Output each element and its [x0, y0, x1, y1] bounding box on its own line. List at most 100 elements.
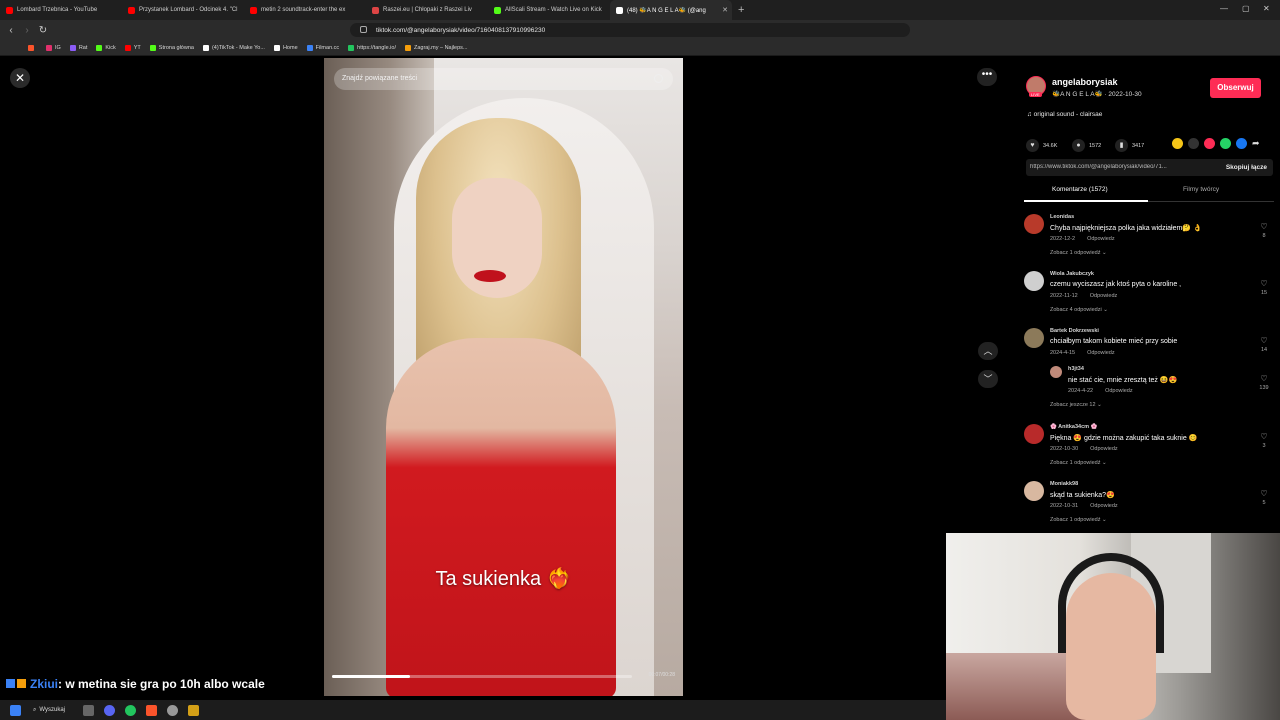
bookmark-item[interactable]: https://tangle.io/	[348, 44, 396, 51]
site-info-icon[interactable]	[360, 26, 367, 33]
share-arrow-icon[interactable]: ➦	[1252, 138, 1260, 149]
comment-username[interactable]: Wiola Jakubczyk	[1050, 271, 1094, 277]
browser-toolbar: ‹ › ↻ ▯ tiktok.com/@angelaborysiak/video…	[0, 20, 1280, 54]
facebook-icon[interactable]	[1236, 138, 1247, 149]
close-window-icon[interactable]: ✕	[1263, 4, 1270, 13]
active-tab-indicator	[1024, 200, 1148, 202]
avatar[interactable]	[1024, 214, 1044, 234]
avatar[interactable]	[1024, 424, 1044, 444]
comment-username[interactable]: Leonidas	[1050, 214, 1074, 220]
reload-icon[interactable]: ↻	[35, 25, 51, 36]
close-icon[interactable]: ✕	[10, 68, 30, 88]
app-icon[interactable]	[188, 704, 199, 716]
browser-tab[interactable]: Raszei.eu | Chłopaki z Raszei Liv	[366, 0, 488, 20]
heart-icon[interactable]: ♡	[1258, 432, 1270, 441]
send-icon[interactable]	[1204, 138, 1215, 149]
brave-icon[interactable]	[146, 704, 157, 716]
bookmark-item[interactable]	[28, 44, 37, 51]
browser-tab-active[interactable]: (48) 🐝A N G E L A🐝 (@ang ✕	[610, 0, 732, 20]
comment-username[interactable]: h3jt34	[1068, 366, 1084, 372]
follow-button[interactable]: Obserwuj	[1210, 78, 1261, 98]
bookmark-item[interactable]: Rat	[69, 44, 87, 51]
task-view-icon[interactable]	[83, 704, 94, 716]
search-icon[interactable]	[654, 74, 663, 83]
view-more-replies-button[interactable]: Zobacz jeszcze 12 ⌄	[1050, 402, 1102, 408]
comment-username[interactable]: 🌸 Anitka34cm 🌸	[1050, 424, 1097, 430]
view-replies-button[interactable]: Zobacz 4 odpowiedzi ⌄	[1050, 307, 1108, 313]
bookmark-item[interactable]: Strona główna	[149, 44, 194, 51]
discord-icon[interactable]	[104, 704, 115, 716]
more-options-button[interactable]: •••	[977, 68, 997, 86]
heart-icon[interactable]: ♡	[1258, 489, 1270, 498]
search-placeholder: Znajdź powiązane treści	[342, 75, 418, 82]
video-link: https://www.tiktok.com/@angelaborysiak/v…	[1030, 164, 1167, 170]
comment-item: Wiola Jakubczyk czemu wyciszasz jak ktoś…	[1024, 271, 1270, 321]
whatsapp-icon[interactable]	[1220, 138, 1231, 149]
comment-like-count: 139	[1259, 385, 1269, 391]
tab-creator-videos[interactable]: Filmy twórcy	[1183, 186, 1219, 193]
coin-icon[interactable]	[1172, 138, 1183, 149]
comment-item: Moniakk98 skąd ta sukienka?😍 2022-10-31 O…	[1024, 481, 1270, 531]
heart-icon[interactable]: ♡	[1258, 222, 1270, 231]
save-count: 3417	[1132, 142, 1145, 149]
chrome-icon[interactable]	[125, 704, 136, 716]
video-player[interactable]: Znajdź powiązane treści Ta sukienka ❤️‍🔥…	[324, 58, 683, 696]
avatar[interactable]	[1024, 271, 1044, 291]
tab-comments[interactable]: Komentarze (1572)	[1052, 186, 1108, 193]
heart-icon[interactable]: ♡	[1258, 374, 1270, 383]
obs-icon[interactable]	[167, 704, 178, 716]
comment-button[interactable]: ● 1572	[1072, 139, 1101, 152]
browser-tab[interactable]: Przystanek Lombard - Odcinek 4. "Cl	[122, 0, 244, 20]
next-video-button[interactable]: ﹀	[978, 370, 998, 388]
like-button[interactable]: ♥ 34.6K	[1026, 139, 1057, 152]
heart-icon[interactable]: ♡	[1258, 336, 1270, 345]
bookmark-item[interactable]: (4)TikTok - Make Yo...	[202, 44, 265, 51]
live-badge: LIVE	[1029, 92, 1042, 97]
browser-tab[interactable]: Lombard Trzebnica - YouTube	[0, 0, 122, 20]
music-link[interactable]: ♫ original sound - clairsae	[1027, 111, 1102, 118]
bookmark-label: https://tangle.io/	[357, 44, 396, 51]
author-name[interactable]: angelaborysiak	[1052, 77, 1118, 87]
new-tab-button[interactable]: +	[738, 4, 744, 16]
reply-button[interactable]: Odpowiedz	[1087, 236, 1115, 242]
heart-icon[interactable]: ♡	[1258, 279, 1270, 288]
reply-button[interactable]: Odpowiedz	[1090, 446, 1118, 452]
bookmark-item[interactable]: IG	[46, 44, 61, 51]
reply-button[interactable]: Odpowiedz	[1087, 350, 1115, 356]
video-progress-bar[interactable]	[332, 675, 632, 678]
reply-button[interactable]: Odpowiedz	[1105, 388, 1133, 394]
video-caption: Ta sukienka ❤️‍🔥	[324, 566, 683, 591]
bookmark-item[interactable]: Zagraj.my – Najleps...	[405, 44, 468, 51]
related-search-input[interactable]: Znajdź powiązane treści	[334, 68, 673, 90]
previous-video-button[interactable]: ︿	[978, 342, 998, 360]
back-icon[interactable]: ‹	[3, 25, 19, 36]
windows-start-icon[interactable]	[10, 704, 21, 716]
view-replies-button[interactable]: Zobacz 1 odpowiedź ⌄	[1050, 250, 1107, 256]
copy-link-button[interactable]: Skopiuj łącze	[1226, 164, 1267, 171]
maximize-icon[interactable]: ▢	[1242, 4, 1250, 13]
bookmark-favicon	[69, 44, 76, 51]
avatar[interactable]	[1024, 328, 1044, 348]
avatar[interactable]	[1050, 366, 1062, 378]
reply-button[interactable]: Odpowiedz	[1090, 503, 1118, 509]
view-replies-button[interactable]: Zobacz 1 odpowiedź ⌄	[1050, 517, 1107, 523]
view-replies-button[interactable]: Zobacz 1 odpowiedź ⌄	[1050, 460, 1107, 466]
address-bar[interactable]: tiktok.com/@angelaborysiak/video/7160408…	[350, 23, 910, 37]
bookmark-item[interactable]: Kick	[96, 44, 116, 51]
forward-icon[interactable]: ›	[19, 25, 35, 36]
taskbar-search[interactable]: ⌕ Wyszukaj	[33, 707, 65, 714]
close-tab-icon[interactable]: ✕	[722, 6, 728, 14]
bookmark-item[interactable]: YT	[124, 44, 141, 51]
bookmark-item[interactable]: Filman.cc	[306, 44, 339, 51]
browser-tab[interactable]: AllScali Stream - Watch Live on Kick	[488, 0, 610, 20]
minimize-icon[interactable]: —	[1220, 4, 1228, 13]
embed-icon[interactable]	[1188, 138, 1199, 149]
comment-text: Piękna 😍 gdzie można zakupić taka suknie…	[1050, 435, 1198, 442]
bookmark-item[interactable]: Home	[273, 44, 298, 51]
avatar[interactable]	[1024, 481, 1044, 501]
save-button[interactable]: ▮ 3417	[1115, 139, 1144, 152]
comment-username[interactable]: Moniakk98	[1050, 481, 1078, 487]
reply-button[interactable]: Odpowiedz	[1090, 293, 1118, 299]
comment-username[interactable]: Bartek Dokrzewski	[1050, 328, 1099, 334]
browser-tab[interactable]: metin 2 soundtrack-enter the ex	[244, 0, 366, 20]
